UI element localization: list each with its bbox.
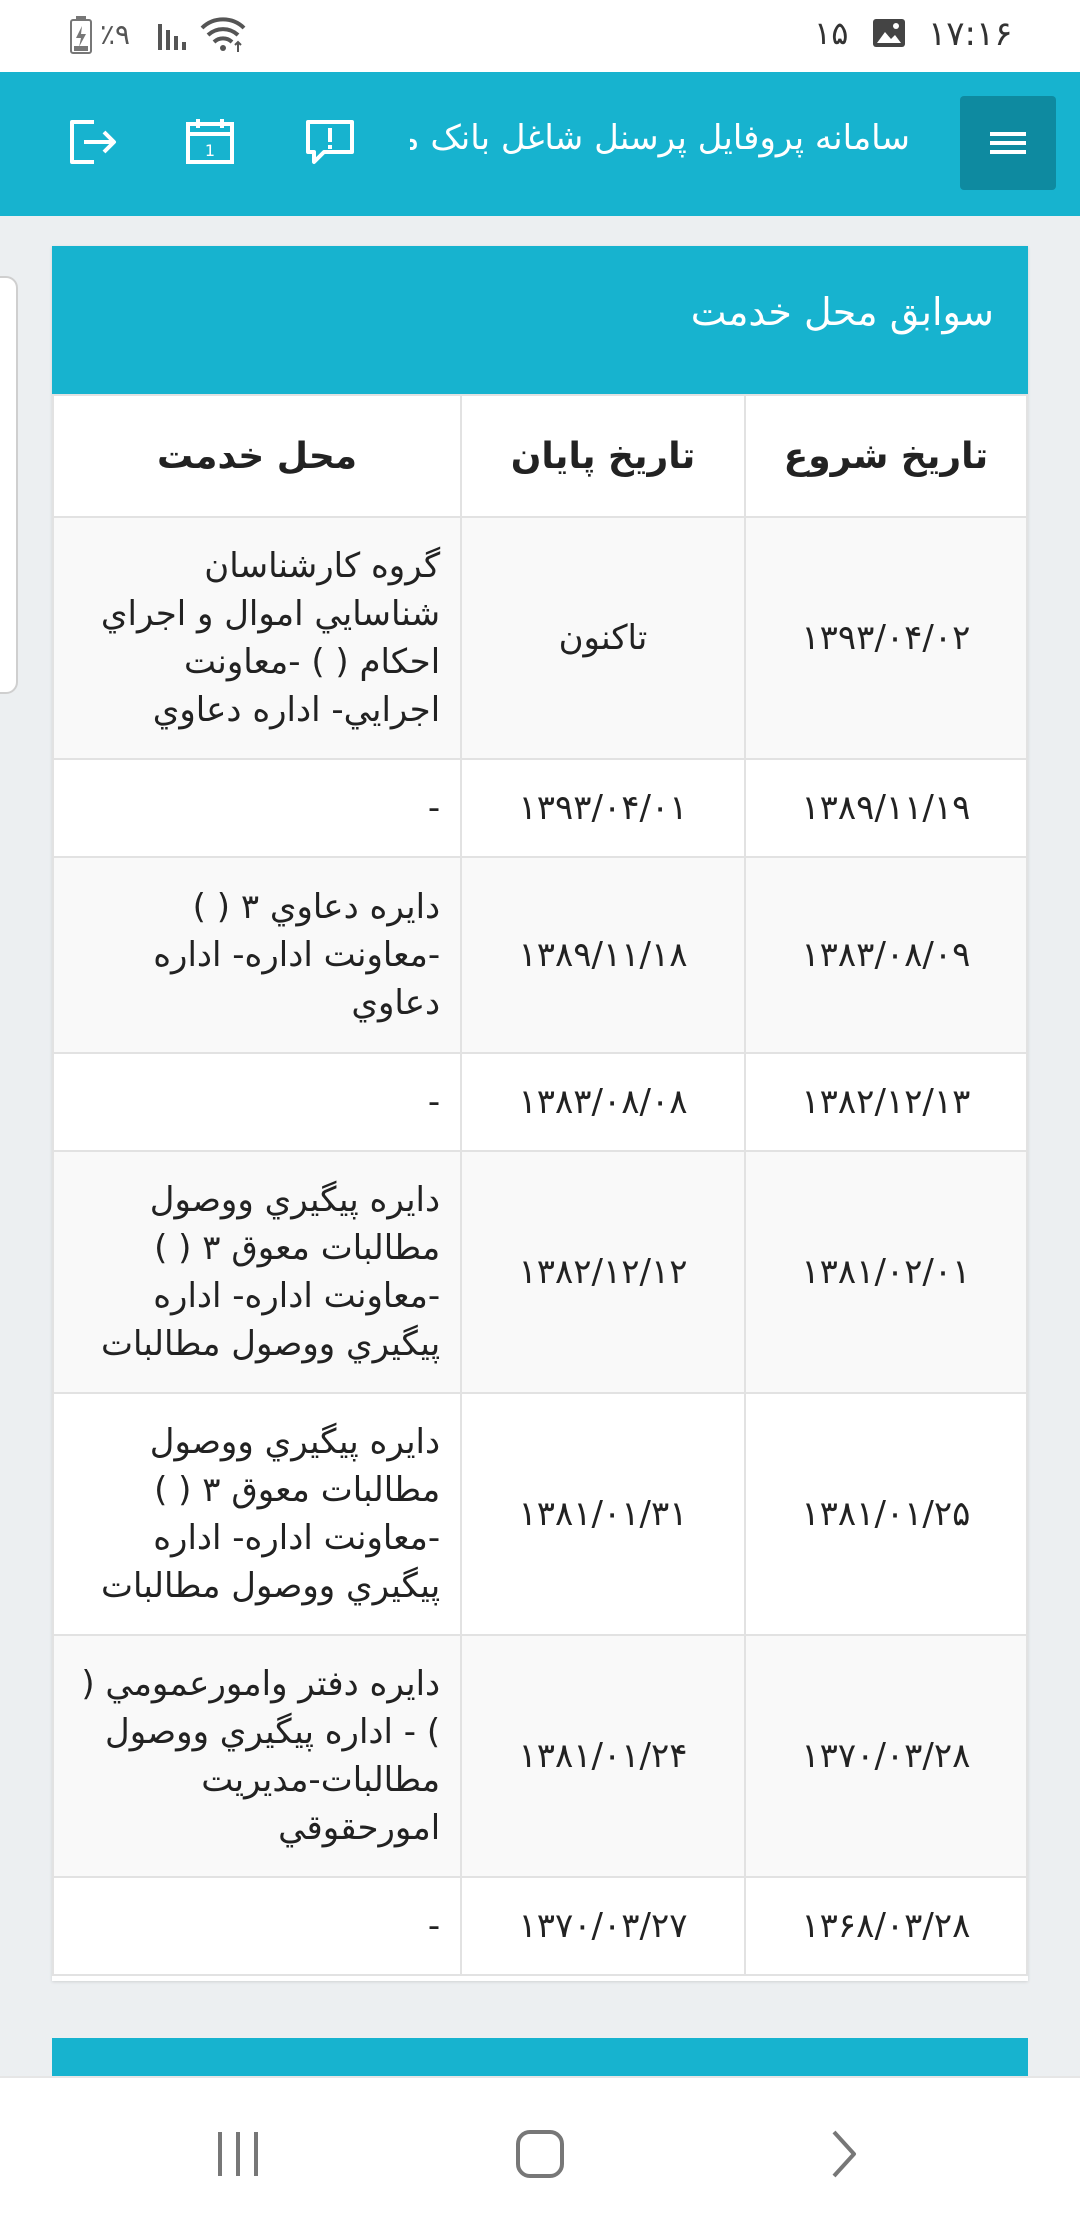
start-date-cell: ۱۳۸۹/۱۱/۱۹ <box>743 758 1029 858</box>
table-row: ۱۳۸۱/۰۲/۰۱ ۱۳۸۲/۱۲/۱۲ دايره پيگيري ووصول… <box>51 1150 1029 1394</box>
end-date-cell: ۱۳۸۹/۱۱/۱۸ <box>460 856 746 1054</box>
notification-count: ۱۵ <box>814 14 849 52</box>
start-date-cell: ۱۳۸۲/۱۲/۱۳ <box>743 1052 1029 1152</box>
place-cell: دايره دفتر وامورعمومي ( ) - اداره پيگيري… <box>51 1634 463 1878</box>
start-date-cell: ۱۳۸۱/۰۲/۰۱ <box>743 1150 1029 1394</box>
menu-button[interactable] <box>960 96 1056 190</box>
place-cell: دايره پيگيري ووصول مطالبات معوق ۳ ( ) -م… <box>51 1150 463 1394</box>
end-date-cell: ۱۳۸۲/۱۲/۱۲ <box>460 1150 746 1394</box>
side-drawer-handle[interactable] <box>0 276 18 694</box>
place-cell: گروه كارشناسان شناسايي اموال و اجراي احك… <box>51 516 463 760</box>
status-indicators: ٪۹ <box>70 12 260 56</box>
start-date-cell: ۱۳۸۱/۰۱/۲۵ <box>743 1392 1029 1636</box>
end-date-cell: ۱۳۸۱/۰۱/۲۴ <box>460 1634 746 1878</box>
table-row: ۱۳۸۳/۰۸/۰۹ ۱۳۸۹/۱۱/۱۸ دايره دعاوي ۳ ( ) … <box>51 856 1029 1054</box>
feedback-icon[interactable] <box>302 114 358 170</box>
table-row: ۱۳۷۰/۰۳/۲۸ ۱۳۸۱/۰۱/۲۴ دايره دفتر وامورعم… <box>51 1634 1029 1878</box>
start-date-cell: ۱۳۸۳/۰۸/۰۹ <box>743 856 1029 1054</box>
place-cell: دايره دعاوي ۳ ( ) -معاونت اداره- اداره د… <box>51 856 463 1054</box>
back-icon[interactable] <box>814 2126 874 2182</box>
recent-apps-icon[interactable] <box>208 2126 268 2182</box>
place-cell: دايره پيگيري ووصول مطالبات معوق ۳ ( ) -م… <box>51 1392 463 1636</box>
system-nav-bar <box>0 2076 1080 2222</box>
next-card-header <box>52 2038 1028 2078</box>
table-header-row: تاريخ شروع تاريخ پايان محل خدمت <box>51 394 1029 518</box>
battery-icon <box>70 16 92 54</box>
svg-text:1: 1 <box>205 141 215 160</box>
wifi-icon <box>200 17 246 52</box>
end-date-cell: ۱۳۸۱/۰۱/۳۱ <box>460 1392 746 1636</box>
table-row: ۱۳۸۲/۱۲/۱۳ ۱۳۸۳/۰۸/۰۸ - <box>51 1052 1029 1152</box>
table-row: ۱۳۸۱/۰۱/۲۵ ۱۳۸۱/۰۱/۳۱ دايره پيگيري ووصول… <box>51 1392 1029 1636</box>
place-cell: - <box>51 1876 463 1976</box>
table-row: ۱۳۸۹/۱۱/۱۹ ۱۳۹۳/۰۴/۰۱ - <box>51 758 1029 858</box>
card-header: سوابق محل خدمت <box>52 246 1028 394</box>
service-history-card: سوابق محل خدمت تاريخ شروع تاريخ پايان مح… <box>51 246 1029 1981</box>
place-cell: - <box>51 1052 463 1152</box>
home-icon[interactable] <box>510 2126 570 2182</box>
app-title: سامانه پروفایل پرسنل شاغل بانک ملی <box>410 118 910 158</box>
end-date-cell: ۱۳۸۳/۰۸/۰۸ <box>460 1052 746 1152</box>
end-date-cell: ۱۳۷۰/۰۳/۲۷ <box>460 1876 746 1976</box>
logout-icon[interactable] <box>64 114 120 170</box>
start-date-cell: ۱۳۹۳/۰۴/۰۲ <box>743 516 1029 760</box>
card-title: سوابق محل خدمت <box>690 290 994 334</box>
start-date-cell: ۱۳۶۸/۰۳/۲۸ <box>743 1876 1029 1976</box>
service-history-table: تاريخ شروع تاريخ پايان محل خدمت ۱۳۹۳/۰۴/… <box>51 394 1029 1976</box>
app-bar: سامانه پروفایل پرسنل شاغل بانک ملی 1 <box>0 72 1080 216</box>
end-date-cell: تاکنون <box>460 516 746 760</box>
table-row: ۱۳۹۳/۰۴/۰۲ تاکنون گروه كارشناسان شناسايي… <box>51 516 1029 760</box>
calendar-icon[interactable]: 1 <box>182 114 238 170</box>
signal-icon <box>158 24 186 50</box>
battery-percent: ٪۹ <box>100 18 131 51</box>
status-bar: ۱۷:۱۶ ۱۵ ٪۹ <box>0 0 1080 72</box>
gallery-notification-icon <box>873 19 905 47</box>
end-date-cell: ۱۳۹۳/۰۴/۰۱ <box>460 758 746 858</box>
start-date-cell: ۱۳۷۰/۰۳/۲۸ <box>743 1634 1029 1878</box>
status-time: ۱۷:۱۶ <box>928 14 1013 54</box>
column-header-end-date: تاريخ پايان <box>460 394 746 518</box>
column-header-start-date: تاريخ شروع <box>743 394 1029 518</box>
place-cell: - <box>51 758 463 858</box>
column-header-place: محل خدمت <box>51 394 463 518</box>
table-row: ۱۳۶۸/۰۳/۲۸ ۱۳۷۰/۰۳/۲۷ - <box>51 1876 1029 1976</box>
